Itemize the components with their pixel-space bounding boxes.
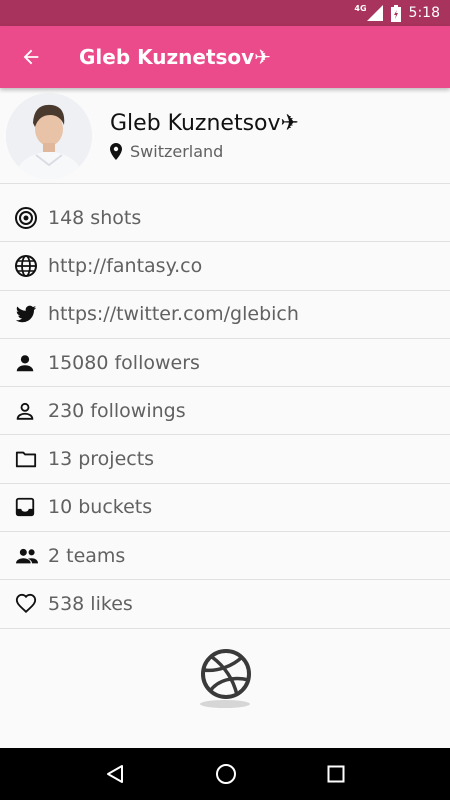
stat-label: 10 buckets [48, 496, 153, 519]
back-nav-icon[interactable] [105, 764, 125, 784]
clock: 5:18 [408, 5, 440, 21]
stat-likes[interactable]: 538 likes [0, 580, 450, 629]
stat-label: 230 followings [48, 399, 186, 422]
stat-buckets[interactable]: 10 buckets [0, 484, 450, 533]
location-text: Switzerland [130, 141, 224, 161]
stat-label: https://twitter.com/glebich [48, 303, 299, 326]
profile-location: Switzerland [110, 142, 299, 161]
stat-teams[interactable]: 2 teams [0, 532, 450, 581]
arrow-back-icon [23, 49, 39, 65]
stats-list: 148 shots http://fantasy.co https://twit… [0, 194, 450, 629]
profile-header: Gleb Kuznetsov✈ Switzerland [0, 88, 450, 184]
group-icon [16, 548, 38, 564]
dribbble-icon [201, 649, 251, 699]
stat-shots[interactable]: 148 shots [0, 194, 450, 243]
person-icon [16, 354, 34, 371]
status-bar: 4G 5:18 [0, 0, 450, 26]
heart-icon [15, 593, 37, 614]
recents-nav-icon[interactable] [327, 765, 345, 783]
page-title: Gleb Kuznetsov✈ [79, 45, 271, 69]
stat-followings[interactable]: 230 followings [0, 387, 450, 436]
stat-label: 15080 followers [48, 351, 200, 374]
globe-icon [15, 254, 37, 277]
stat-label: 13 projects [48, 448, 155, 471]
folder-icon [15, 451, 37, 468]
person-outline-icon [16, 402, 34, 420]
location-pin-icon [110, 142, 122, 160]
stat-label: 148 shots [48, 206, 142, 229]
network-type: 4G [354, 3, 367, 13]
stat-projects[interactable]: 13 projects [0, 435, 450, 484]
stat-followers[interactable]: 15080 followers [0, 339, 450, 388]
target-icon [15, 206, 37, 229]
app-bar: Gleb Kuznetsov✈ [0, 26, 450, 88]
signal-icon [366, 5, 383, 21]
system-nav-bar [0, 748, 450, 800]
stat-twitter[interactable]: https://twitter.com/glebich [0, 291, 450, 339]
twitter-icon [15, 305, 37, 323]
back-button[interactable] [0, 26, 62, 88]
avatar [6, 92, 92, 179]
logo-shadow [200, 700, 250, 708]
profile-name: Gleb Kuznetsov✈ [110, 110, 299, 136]
stat-label: 2 teams [48, 544, 126, 567]
battery-icon [390, 4, 401, 22]
stat-label: http://fantasy.co [48, 254, 203, 277]
stat-website[interactable]: http://fantasy.co [0, 242, 450, 291]
stat-label: 538 likes [48, 593, 133, 616]
home-nav-icon[interactable] [215, 763, 237, 785]
inbox-icon [15, 498, 35, 517]
dribbble-logo[interactable] [200, 648, 252, 710]
